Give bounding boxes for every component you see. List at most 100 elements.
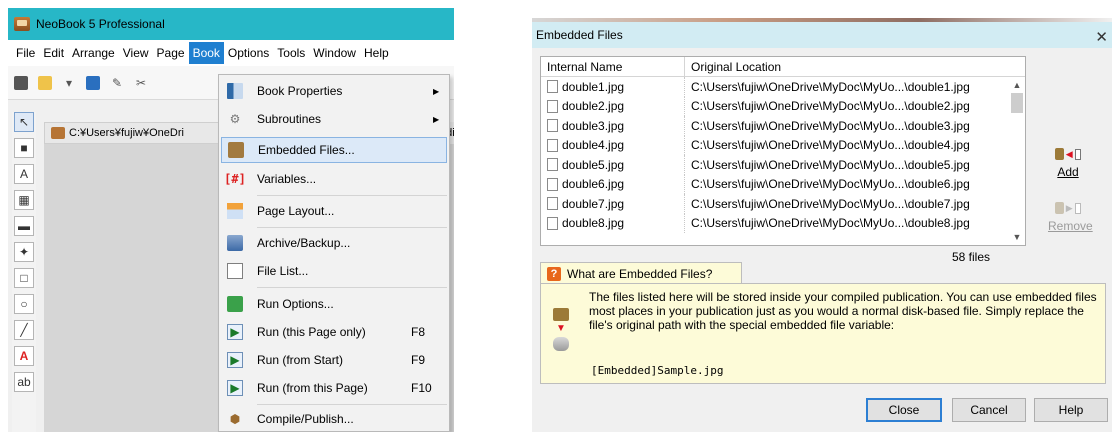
list-item[interactable]: double4.jpg C:\Users\fujiw\OneDrive\MyDo… (541, 135, 1025, 155)
menu-item-file-list[interactable]: File List... (221, 258, 447, 284)
original-location: C:\Users\fujiw\OneDrive\MyDoc\MyUo...\do… (691, 79, 970, 94)
add-label: Add (1057, 165, 1079, 179)
file-icon (547, 216, 558, 230)
menu-arrange[interactable]: Arrange (68, 42, 119, 64)
grid-tool-icon[interactable]: ▦ (14, 190, 34, 210)
help-button[interactable]: Help (1034, 398, 1108, 422)
rectangle-fill-tool-icon[interactable]: ■ (14, 138, 34, 158)
menu-edit[interactable]: Edit (39, 42, 68, 64)
menu-item-archive-backup[interactable]: Archive/Backup... (221, 230, 447, 256)
file-count: 58 files (952, 250, 991, 264)
text-style-tool-icon[interactable]: A (14, 346, 34, 366)
menu-item-run-from-start[interactable]: ▶ Run (from Start) F9 (221, 347, 447, 373)
menu-item-run-from-this-page[interactable]: ▶ Run (from this Page) F10 (221, 375, 447, 401)
menu-item-label: Book Properties (257, 84, 343, 98)
remove-file-icon: ▶ (1055, 200, 1081, 216)
tool-palette: ↖ ■ A ▦ ▬ ✦ □ ○ ╱ A ab (12, 112, 36, 432)
menu-file[interactable]: File (12, 42, 39, 64)
pointer-tool-icon[interactable]: ↖ (14, 112, 34, 132)
document-path: C:¥Users¥fujiw¥OneDri (69, 127, 184, 139)
menu-window[interactable]: Window (309, 42, 360, 64)
question-icon: ? (547, 266, 561, 281)
internal-name: double6.jpg (562, 177, 625, 192)
list-item[interactable]: double6.jpg C:\Users\fujiw\OneDrive\MyDo… (541, 174, 1025, 194)
new-icon[interactable] (12, 74, 30, 92)
menu-item-label: File List... (257, 264, 309, 278)
file-icon (547, 99, 558, 113)
original-location: C:\Users\fujiw\OneDrive\MyDoc\MyUo...\do… (691, 99, 970, 114)
menu-item-book-properties[interactable]: Book Properties ▶ (221, 78, 447, 104)
image-tool-icon[interactable]: ▬ (14, 216, 34, 236)
variables-icon: [#] (224, 172, 246, 186)
play-page-icon: ▶ (227, 380, 243, 396)
column-header-internal-name[interactable]: Internal Name (541, 57, 685, 76)
dialog-titlebar: Embedded Files ✕ (532, 22, 1112, 48)
puzzle-tool-icon[interactable]: ✦ (14, 242, 34, 262)
internal-name: double4.jpg (562, 138, 625, 153)
chevron-up-icon[interactable]: ▲ (1009, 77, 1025, 93)
menu-help[interactable]: Help (360, 42, 393, 64)
file-list-icon (227, 263, 243, 279)
save-icon[interactable] (84, 74, 102, 92)
menu-item-compile-publish[interactable]: ⬢ Compile/Publish... (221, 406, 447, 432)
list-item[interactable]: double5.jpg C:\Users\fujiw\OneDrive\MyDo… (541, 155, 1025, 175)
add-button[interactable]: ◀ Add (1048, 146, 1088, 179)
embedded-files-list[interactable]: Internal Name Original Location double1.… (540, 56, 1026, 246)
menu-item-embedded-files[interactable]: Embedded Files... (221, 137, 447, 163)
menu-item-subroutines[interactable]: ⚙ Subroutines ▶ (221, 106, 447, 132)
list-item[interactable]: double8.jpg C:\Users\fujiw\OneDrive\MyDo… (541, 213, 1025, 233)
list-scrollbar[interactable]: ▲ ▼ (1009, 77, 1025, 245)
original-location: C:\Users\fujiw\OneDrive\MyDoc\MyUo...\do… (691, 177, 970, 192)
menu-item-label: Page Layout... (257, 204, 335, 218)
list-item[interactable]: double3.jpg C:\Users\fujiw\OneDrive\MyDo… (541, 116, 1025, 136)
list-item[interactable]: double1.jpg C:\Users\fujiw\OneDrive\MyDo… (541, 77, 1025, 97)
text-tool-icon[interactable]: A (14, 164, 34, 184)
file-icon (547, 197, 558, 211)
menu-item-label: Run (from this Page) (257, 381, 368, 395)
column-header-original-location[interactable]: Original Location (685, 57, 1025, 76)
menu-tools[interactable]: Tools (273, 42, 309, 64)
internal-name: double2.jpg (562, 99, 625, 114)
menu-options[interactable]: Options (224, 42, 273, 64)
neobook-app-icon (14, 17, 30, 31)
file-icon (547, 158, 558, 172)
embedded-files-dialog: Embedded Files ✕ Internal Name Original … (532, 18, 1112, 432)
menu-item-page-layout[interactable]: Page Layout... (221, 198, 447, 224)
chevron-down-icon[interactable]: ▼ (1009, 229, 1025, 245)
menu-separator (257, 227, 447, 228)
menu-item-label: Embedded Files... (258, 143, 355, 157)
list-item[interactable]: double7.jpg C:\Users\fujiw\OneDrive\MyDo… (541, 194, 1025, 214)
menu-view[interactable]: View (119, 42, 153, 64)
menu-item-label: Variables... (257, 172, 317, 186)
menu-item-variables[interactable]: [#] Variables... (221, 166, 447, 192)
remove-button[interactable]: ▶ Remove (1048, 200, 1093, 233)
menu-item-label: Compile/Publish... (257, 412, 354, 426)
chevron-down-icon[interactable]: ▾ (60, 74, 78, 92)
menu-item-label: Run Options... (257, 297, 334, 311)
add-file-icon: ◀ (1055, 146, 1081, 162)
play-icon: ▶ (227, 352, 243, 368)
file-icon (547, 138, 558, 152)
pencil-icon[interactable]: ✎ (108, 74, 126, 92)
textbox-tool-icon[interactable]: ab (14, 372, 34, 392)
neobook-window-title: NeoBook 5 Professional (36, 17, 165, 31)
close-icon[interactable]: ✕ (1095, 28, 1108, 46)
ellipse-tool-icon[interactable]: ○ (14, 294, 34, 314)
list-item[interactable]: double2.jpg C:\Users\fujiw\OneDrive\MyDo… (541, 96, 1025, 116)
menu-item-run-this-page[interactable]: ▶ Run (this Page only) F8 (221, 319, 447, 345)
cancel-button[interactable]: Cancel (952, 398, 1026, 422)
arrow-down-icon: ▼ (556, 323, 566, 334)
close-button[interactable]: Close (866, 398, 942, 422)
cut-icon[interactable]: ✂ (132, 74, 150, 92)
menu-book[interactable]: Book (188, 42, 224, 64)
scrollbar-thumb[interactable] (1011, 93, 1023, 113)
menu-item-run-options[interactable]: Run Options... (221, 291, 447, 317)
neobook-titlebar: NeoBook 5 Professional (8, 8, 454, 40)
menu-page[interactable]: Page (153, 42, 189, 64)
new-page-icon[interactable] (36, 74, 54, 92)
rectangle-tool-icon[interactable]: □ (14, 268, 34, 288)
menu-item-label: Archive/Backup... (257, 236, 351, 250)
run-options-icon (227, 296, 243, 312)
file-icon (547, 119, 558, 133)
line-tool-icon[interactable]: ╱ (14, 320, 34, 340)
